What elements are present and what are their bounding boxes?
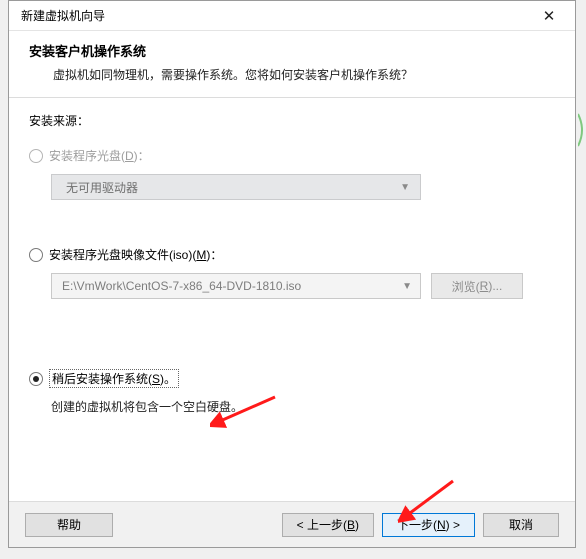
wizard-footer: 帮助 < 上一步(B) 下一步(N) > 取消	[9, 501, 575, 547]
radio-icon	[29, 372, 43, 386]
radio-icon	[29, 149, 43, 163]
header-title: 安装客户机操作系统	[29, 41, 555, 60]
close-icon: ✕	[543, 7, 556, 25]
option-install-later: 稍后安装操作系统(S)。 创建的虚拟机将包含一个空白硬盘。	[29, 369, 555, 415]
option-installer-disc: 安装程序光盘(D)： 无可用驱动器 ▼	[29, 147, 555, 200]
next-button[interactable]: 下一步(N) >	[382, 513, 475, 537]
radio-installer-disc: 安装程序光盘(D)：	[29, 147, 555, 164]
iso-row: E:\VmWork\CentOS-7-x86_64-DVD-1810.iso ▼…	[51, 273, 555, 299]
browse-button: 浏览(R)...	[431, 273, 523, 299]
header-subtitle: 虚拟机如同物理机，需要操作系统。您将如何安装客户机操作系统？	[29, 66, 555, 83]
chevron-down-icon: ▼	[400, 182, 410, 193]
dropdown-value: 无可用驱动器	[66, 179, 138, 196]
chevron-down-icon: ▼	[402, 281, 412, 292]
radio-install-later[interactable]: 稍后安装操作系统(S)。	[29, 369, 555, 388]
close-button[interactable]: ✕	[529, 2, 569, 30]
radio-icon	[29, 248, 43, 262]
wizard-body: 安装来源： 安装程序光盘(D)： 无可用驱动器 ▼ 安装程序光盘映像文件(iso…	[9, 98, 575, 433]
radio-label: 安装程序光盘映像文件(iso)(M)：	[49, 246, 222, 263]
install-later-hint: 创建的虚拟机将包含一个空白硬盘。	[51, 398, 555, 415]
iso-path-input: E:\VmWork\CentOS-7-x86_64-DVD-1810.iso ▼	[51, 273, 421, 299]
window-title: 新建虚拟机向导	[21, 7, 105, 24]
radio-label: 稍后安装操作系统(S)。	[49, 369, 179, 388]
back-button[interactable]: < 上一步(B)	[282, 513, 374, 537]
wizard-header: 安装客户机操作系统 虚拟机如同物理机，需要操作系统。您将如何安装客户机操作系统？	[9, 31, 575, 98]
wizard-window: 新建虚拟机向导 ✕ 安装客户机操作系统 虚拟机如同物理机，需要操作系统。您将如何…	[8, 0, 576, 548]
drive-dropdown: 无可用驱动器 ▼	[51, 174, 421, 200]
help-button[interactable]: 帮助	[25, 513, 113, 537]
side-decoration	[578, 110, 586, 150]
cancel-button[interactable]: 取消	[483, 513, 559, 537]
radio-iso-file[interactable]: 安装程序光盘映像文件(iso)(M)：	[29, 246, 555, 263]
option-iso-file: 安装程序光盘映像文件(iso)(M)： E:\VmWork\CentOS-7-x…	[29, 246, 555, 299]
source-label: 安装来源：	[29, 112, 555, 129]
radio-label: 安装程序光盘(D)：	[49, 147, 150, 164]
iso-path-value: E:\VmWork\CentOS-7-x86_64-DVD-1810.iso	[62, 279, 301, 293]
titlebar: 新建虚拟机向导 ✕	[9, 1, 575, 31]
